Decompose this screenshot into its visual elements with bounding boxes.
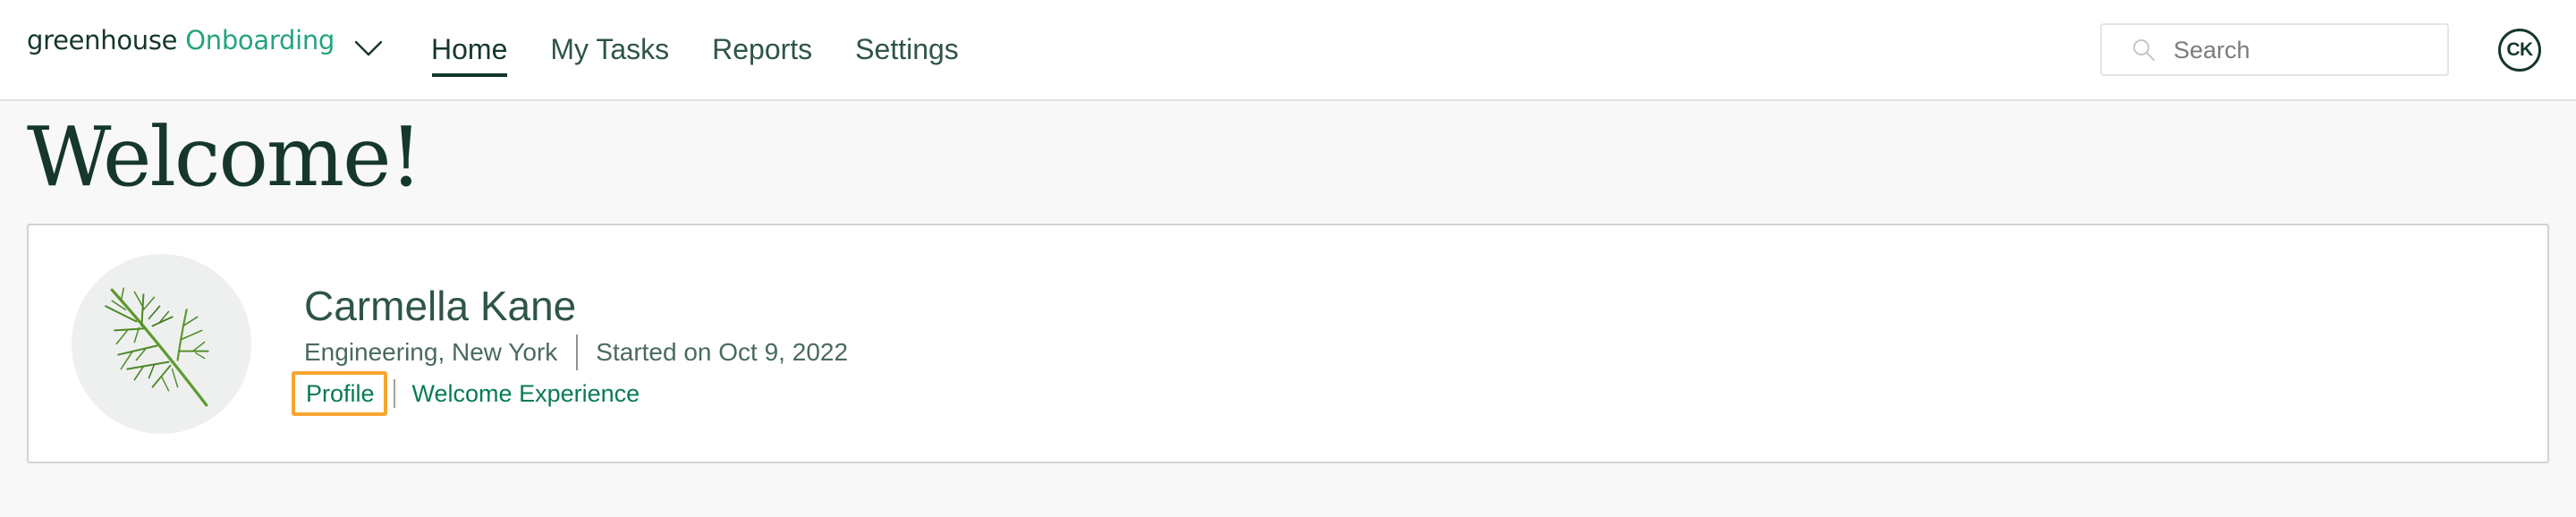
nav-tab-reports[interactable]: Reports [712,0,812,100]
start-date: Started on Oct 9, 2022 [596,338,849,366]
page-title: Welcome! [27,109,422,205]
employee-details: Engineering, New York Started on Oct 9, … [304,335,848,370]
welcome-experience-link[interactable]: Welcome Experience [412,380,640,408]
nav-tab-label: Settings [855,32,959,65]
app-logo-switcher[interactable]: greenhouse Onboarding [27,25,383,61]
department-location: Engineering, New York [304,338,558,366]
profile-links: Profile Welcome Experience [292,371,640,416]
search-input[interactable] [2174,32,2433,68]
nav-tab-label: Reports [712,32,813,65]
search-icon [2133,39,2155,61]
logo-brand-text: greenhouse [27,25,178,55]
links-divider [393,379,395,408]
search-box[interactable] [2100,23,2449,76]
profile-avatar [72,254,251,434]
logo-product-text: Onboarding [185,25,335,55]
nav-tab-my-tasks[interactable]: My Tasks [550,0,669,100]
nav-tab-label: My Tasks [550,32,670,65]
dill-sprig-icon [105,287,209,407]
main-nav: Home My Tasks Reports Settings [431,0,1002,100]
top-navigation-bar: greenhouse Onboarding Home My Tasks Repo… [0,0,2576,101]
nav-tab-settings[interactable]: Settings [855,0,959,100]
nav-tab-label: Home [431,32,508,65]
nav-tab-home[interactable]: Home [431,0,508,100]
chevron-down-icon[interactable] [354,39,383,57]
profile-card: Carmella Kane Engineering, New York Star… [27,224,2549,463]
user-initials: CK [2506,39,2533,60]
details-divider [576,335,579,370]
profile-link[interactable]: Profile [292,371,387,416]
employee-name: Carmella Kane [304,283,577,329]
user-avatar-button[interactable]: CK [2498,29,2541,72]
